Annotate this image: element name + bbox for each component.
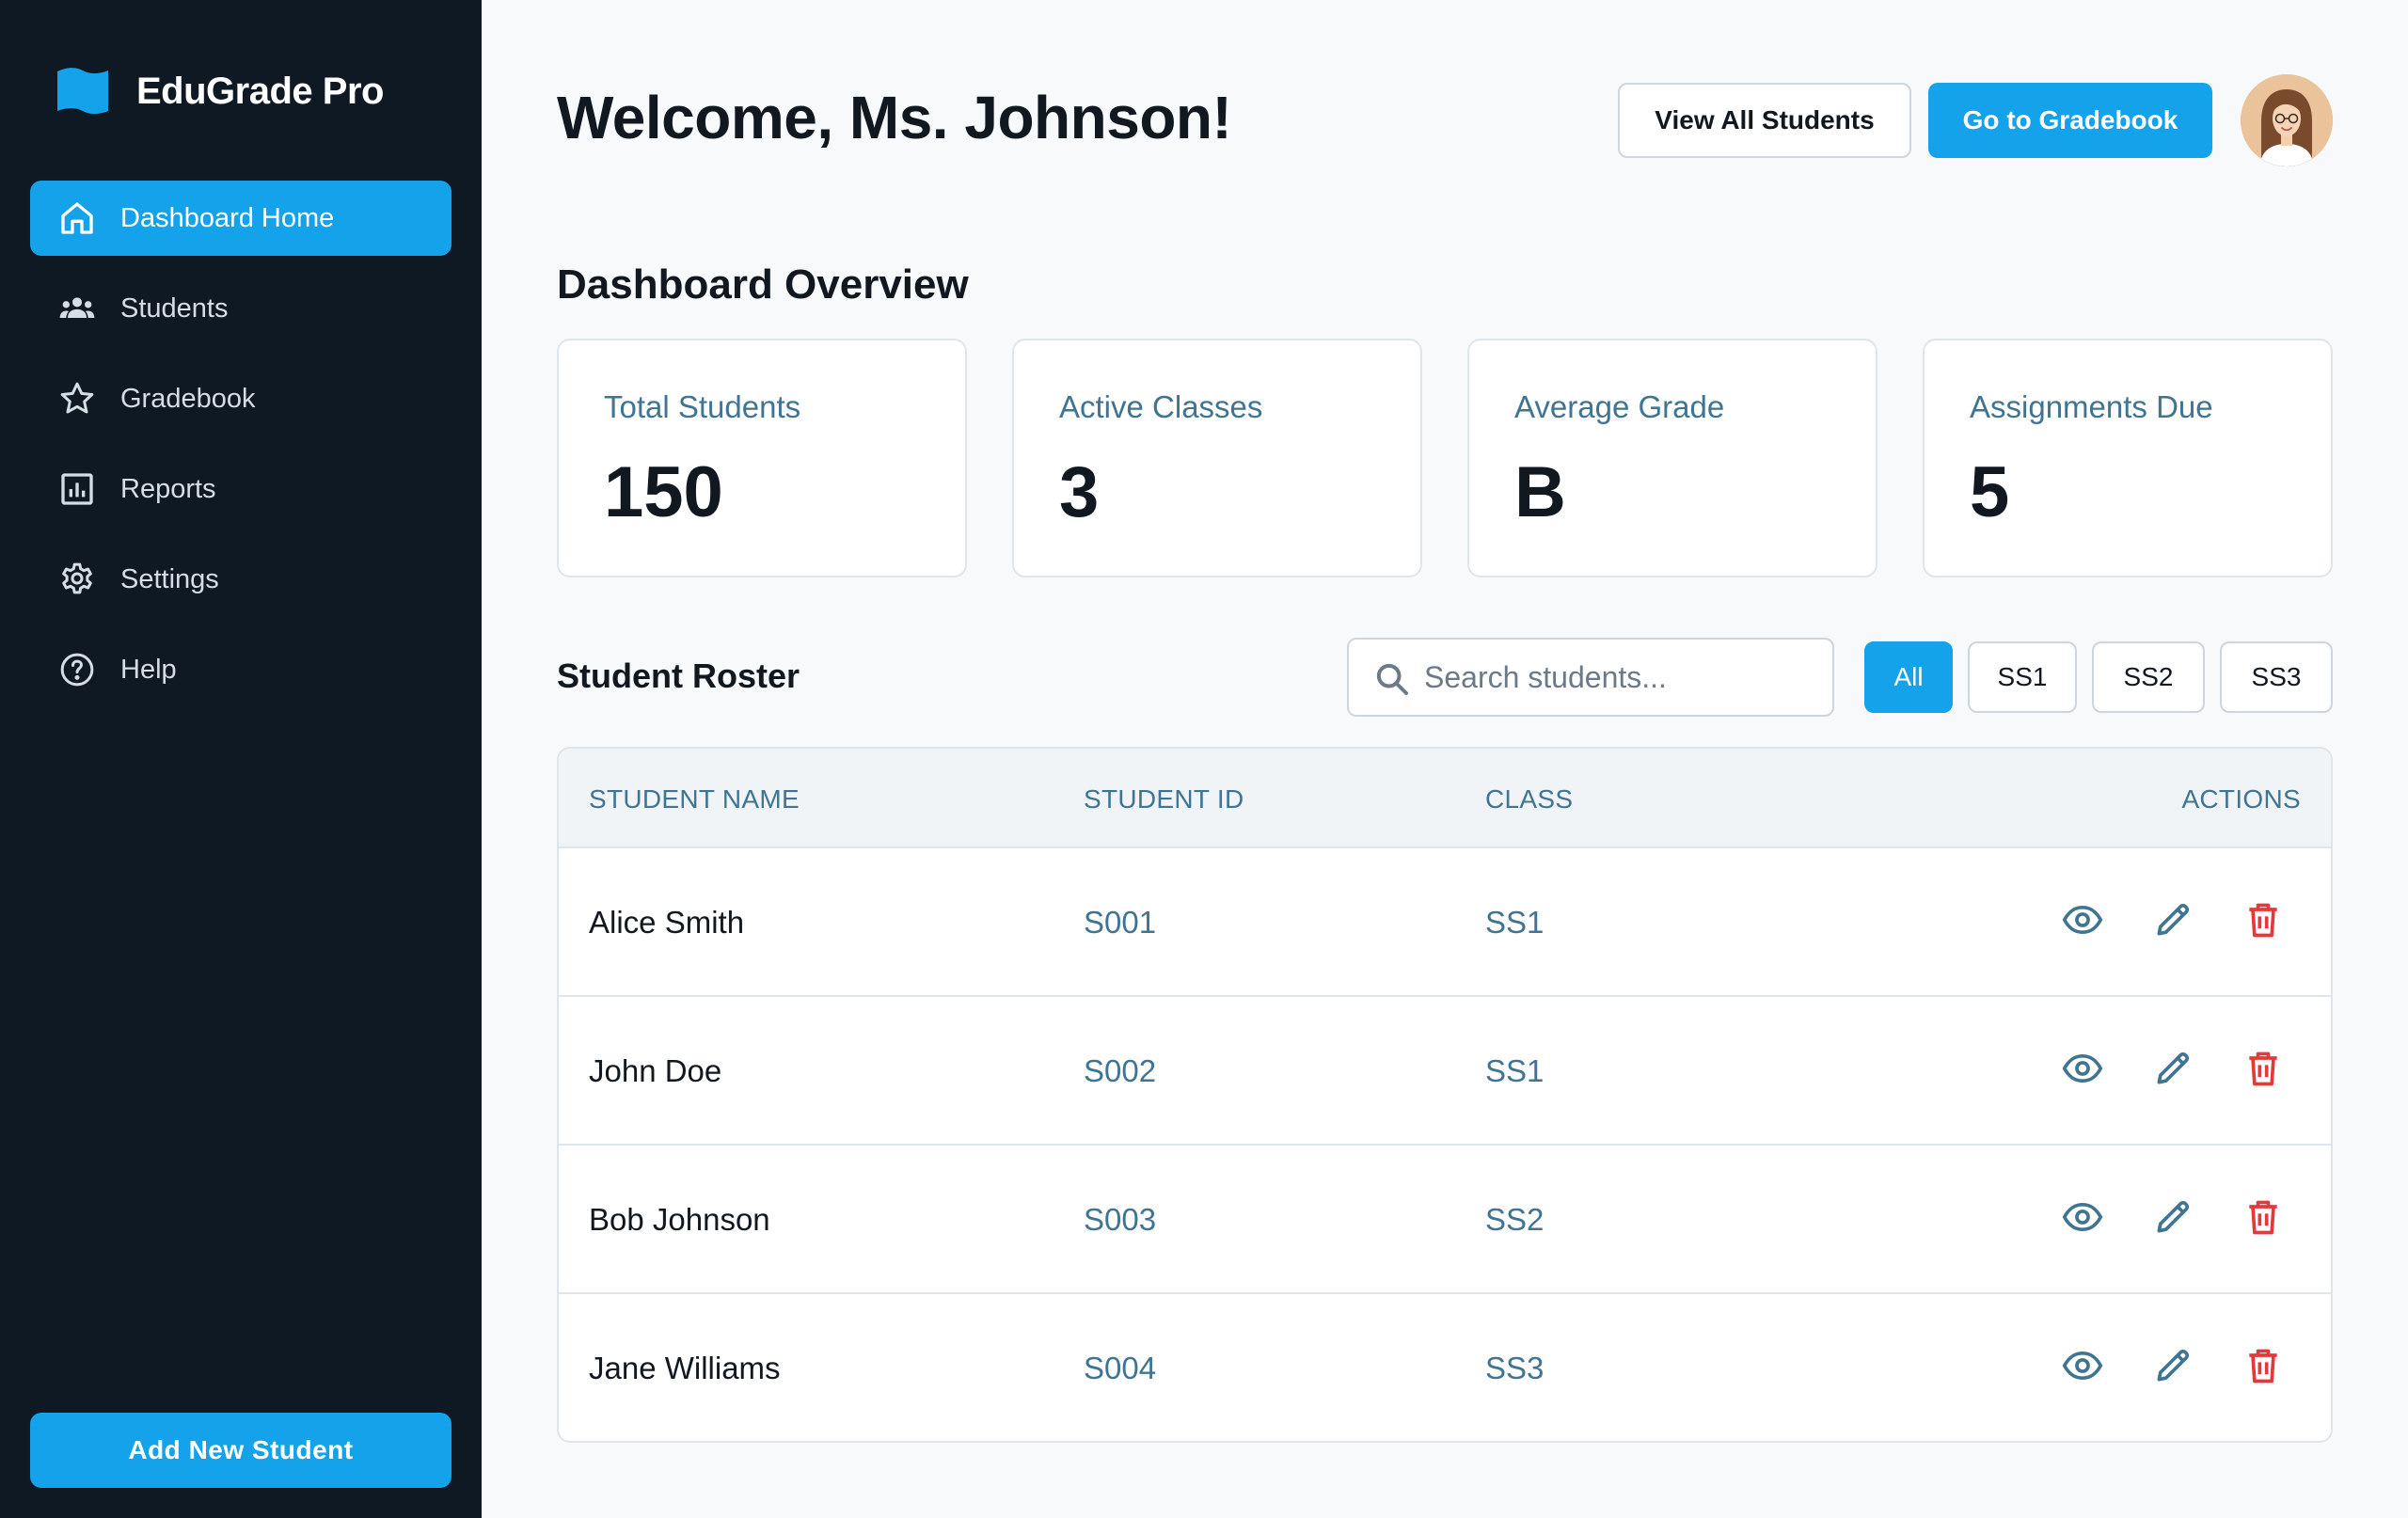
student-name: Jane Williams	[589, 1351, 781, 1385]
stat-label: Assignments Due	[1970, 389, 2213, 424]
go-to-gradebook-button[interactable]: Go to Gradebook	[1928, 83, 2212, 158]
pencil-icon[interactable]	[2148, 895, 2197, 944]
filter-ss2[interactable]: SS2	[2092, 641, 2205, 713]
student-id: S001	[1084, 905, 1157, 940]
bar-chart-icon	[56, 468, 98, 510]
sidebar-item-students[interactable]: Students	[30, 271, 452, 346]
overview-title: Dashboard Overview	[557, 261, 969, 308]
sidebar: EduGrade Pro Dashboard Home Students Gra…	[0, 0, 482, 1518]
stat-label: Total Students	[604, 389, 801, 424]
help-icon	[56, 649, 98, 690]
table-row: Bob Johnson S003 SS2	[559, 1146, 2331, 1294]
eye-icon[interactable]	[2058, 1193, 2107, 1241]
table-row: Alice Smith S001 SS1	[559, 848, 2331, 997]
student-id: S004	[1084, 1351, 1157, 1385]
student-id: S003	[1084, 1202, 1157, 1237]
search-input[interactable]	[1424, 640, 1819, 715]
add-new-student-button[interactable]: Add New Student	[30, 1413, 452, 1488]
pencil-icon[interactable]	[2148, 1341, 2197, 1390]
stat-value: B	[1514, 452, 1566, 532]
column-header-id[interactable]: STUDENT ID	[1084, 784, 1244, 814]
stat-card-assignments-due: Assignments Due 5	[1923, 339, 2333, 577]
sidebar-item-label: Help	[120, 654, 177, 685]
sidebar-item-label: Settings	[120, 563, 219, 594]
home-icon	[56, 198, 98, 239]
sidebar-item-label: Students	[120, 293, 229, 324]
student-class: SS1	[1485, 1053, 1545, 1088]
table-row: John Doe S002 SS1	[559, 997, 2331, 1146]
app-name: EduGrade Pro	[136, 70, 384, 112]
sidebar-item-settings[interactable]: Settings	[30, 542, 452, 617]
stat-value: 5	[1970, 452, 2010, 532]
table-header: STUDENT NAME STUDENT ID CLASS ACTIONS	[559, 749, 2331, 848]
sidebar-item-reports[interactable]: Reports	[30, 451, 452, 527]
stat-label: Active Classes	[1059, 389, 1263, 424]
users-icon	[56, 288, 98, 329]
sidebar-item-dashboard-home[interactable]: Dashboard Home	[30, 181, 452, 256]
student-name: John Doe	[589, 1053, 722, 1088]
student-name: Alice Smith	[589, 905, 745, 940]
search-icon	[1376, 663, 1408, 695]
stat-value: 3	[1059, 452, 1100, 532]
roster-title: Student Roster	[557, 656, 800, 695]
brand[interactable]: EduGrade Pro	[55, 66, 384, 117]
star-icon	[56, 378, 98, 419]
eye-icon[interactable]	[2058, 895, 2107, 944]
sidebar-item-label: Reports	[120, 473, 216, 504]
student-class: SS3	[1485, 1351, 1545, 1385]
pencil-icon[interactable]	[2148, 1044, 2197, 1093]
sidebar-nav: Dashboard Home Students Gradebook Report…	[30, 181, 452, 722]
trash-icon[interactable]	[2239, 1193, 2288, 1241]
page-title: Welcome, Ms. Johnson!	[557, 84, 1232, 151]
column-header-name[interactable]: STUDENT NAME	[589, 784, 800, 814]
flag-logo-icon	[57, 68, 108, 114]
sidebar-item-label: Dashboard Home	[120, 202, 335, 233]
sidebar-item-help[interactable]: Help	[30, 632, 452, 707]
student-id: S002	[1084, 1053, 1157, 1088]
stat-card-total-students: Total Students 150	[557, 339, 967, 577]
stat-card-active-classes: Active Classes 3	[1012, 339, 1422, 577]
trash-icon[interactable]	[2239, 1341, 2288, 1390]
student-table: STUDENT NAME STUDENT ID CLASS ACTIONS Al…	[557, 747, 2333, 1443]
stat-value: 150	[604, 452, 723, 532]
gear-icon	[56, 559, 98, 600]
table-row: Jane Williams S004 SS3	[559, 1294, 2331, 1441]
student-name: Bob Johnson	[589, 1202, 770, 1237]
eye-icon[interactable]	[2058, 1044, 2107, 1093]
pencil-icon[interactable]	[2148, 1193, 2197, 1241]
sidebar-item-gradebook[interactable]: Gradebook	[30, 361, 452, 436]
student-class: SS1	[1485, 905, 1545, 940]
student-class: SS2	[1485, 1202, 1545, 1237]
column-header-actions: ACTIONS	[2181, 784, 2301, 814]
filter-ss3[interactable]: SS3	[2220, 641, 2333, 713]
filter-ss1[interactable]: SS1	[1968, 641, 2077, 713]
view-all-students-button[interactable]: View All Students	[1618, 83, 1911, 158]
filter-all[interactable]: All	[1864, 641, 1953, 713]
sidebar-item-label: Gradebook	[120, 383, 256, 414]
stat-card-average-grade: Average Grade B	[1467, 339, 1877, 577]
trash-icon[interactable]	[2239, 895, 2288, 944]
avatar[interactable]	[2241, 74, 2333, 166]
search-box	[1347, 638, 1834, 717]
column-header-class[interactable]: CLASS	[1485, 784, 1573, 814]
eye-icon[interactable]	[2058, 1341, 2107, 1390]
trash-icon[interactable]	[2239, 1044, 2288, 1093]
stat-label: Average Grade	[1514, 389, 1725, 424]
